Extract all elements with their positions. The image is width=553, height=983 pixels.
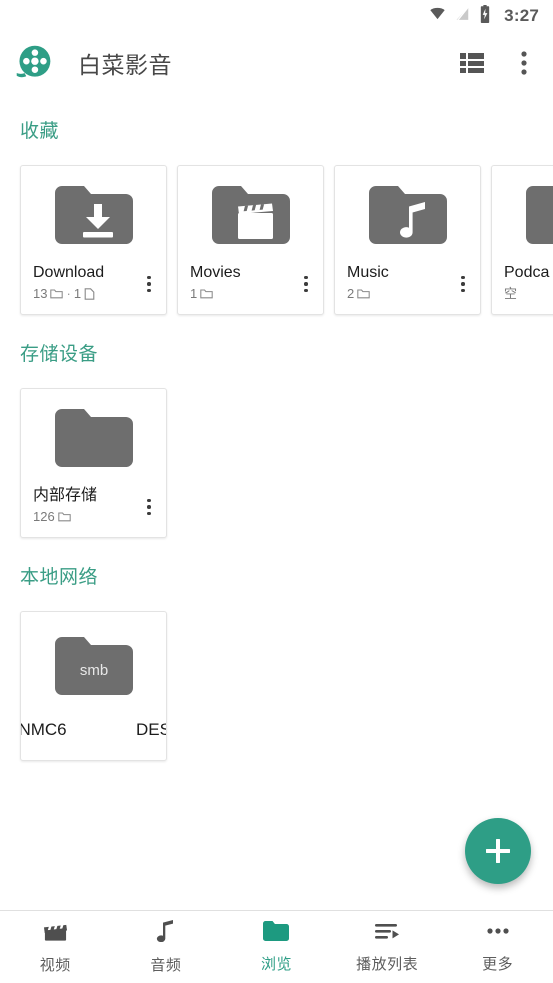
- card-thumbnail: [178, 166, 323, 263]
- card-texts: Podca 空: [504, 263, 553, 303]
- folder-count: 2: [347, 286, 355, 301]
- favorite-card-movies[interactable]: Movies 1: [177, 165, 324, 315]
- card-subtitle: 126: [33, 507, 136, 526]
- card-name: Movies: [190, 264, 241, 281]
- section-title-favorites: 收藏: [20, 121, 60, 142]
- folder-count: 13: [33, 286, 48, 301]
- nav-label: 音频: [150, 957, 182, 974]
- favorites-card-row[interactable]: Download 13 · 1 Movies 1 Music 2 Podca 空: [0, 143, 553, 315]
- network-card-labels: 9NMC6 DES: [21, 720, 166, 760]
- nav-item-more[interactable]: 更多: [442, 911, 553, 983]
- card-name: 内部存储: [33, 487, 98, 504]
- card-overflow-button[interactable]: [136, 267, 162, 301]
- app-bar: 白菜影音: [0, 32, 553, 94]
- empty-label: 空: [504, 286, 518, 301]
- file-count: 1: [73, 286, 82, 301]
- nav-item-video[interactable]: 视频: [0, 911, 111, 983]
- card-subtitle: 13 · 1: [33, 284, 136, 303]
- folder-download-icon: [54, 185, 133, 244]
- favorite-card-music[interactable]: Music 2: [334, 165, 481, 315]
- folder-smb-icon: smb: [54, 637, 133, 695]
- folder-music-icon: [368, 185, 447, 244]
- app-title: 白菜影音: [78, 52, 172, 78]
- nav-item-audio[interactable]: 音频: [111, 911, 222, 983]
- file-outline-icon: [84, 287, 95, 300]
- card-footer: Music 2: [335, 263, 480, 314]
- card-overflow-button[interactable]: [293, 267, 319, 301]
- plus-icon: [486, 839, 510, 863]
- network-label-host: DES: [136, 720, 166, 739]
- nav-item-browse[interactable]: 浏览: [221, 911, 332, 983]
- status-icons: 3:27: [428, 4, 539, 28]
- card-subtitle: 2: [347, 284, 450, 303]
- folder-outline-icon: [57, 512, 71, 522]
- nav-label: 浏览: [260, 956, 292, 973]
- card-texts: Download 13 · 1: [33, 263, 136, 303]
- add-button[interactable]: [465, 818, 531, 884]
- folder-outline-icon: [357, 289, 370, 299]
- network-card-smb[interactable]: smb 9NMC6 DES: [20, 611, 167, 761]
- favorite-card-podcasts[interactable]: Podca 空: [491, 165, 553, 315]
- folder-movies-icon: [211, 185, 290, 244]
- card-footer: 内部存储 126: [21, 486, 166, 537]
- folder-plain-icon: [525, 185, 553, 244]
- content-scroll-area[interactable]: 收藏 Download 13 · 1 Movies 1 Music 2 Podc…: [0, 94, 553, 910]
- card-name: Music: [347, 264, 389, 281]
- section-title-network: 本地网络: [20, 567, 99, 588]
- card-subtitle: 空: [504, 284, 553, 303]
- card-footer: Download 13 · 1: [21, 263, 166, 314]
- playlist-play-icon: [374, 921, 400, 946]
- storage-card-row[interactable]: 内部存储 126: [0, 366, 553, 538]
- card-texts: Music 2: [347, 263, 450, 303]
- section-title-storage: 存储设备: [20, 344, 99, 365]
- card-footer: Podca 空: [492, 263, 553, 314]
- card-footer: Movies 1: [178, 263, 323, 314]
- card-thumbnail: [21, 166, 166, 263]
- card-thumbnail: [492, 166, 553, 263]
- more-horizontal-icon: [485, 921, 511, 946]
- card-thumbnail: [21, 389, 166, 486]
- film-reel-logo-icon: [14, 43, 54, 83]
- network-label-name: 9NMC6: [21, 720, 67, 739]
- card-subtitle: 1: [190, 284, 293, 303]
- favorite-card-download[interactable]: Download 13 · 1: [20, 165, 167, 315]
- folder-count: 1: [190, 286, 198, 301]
- battery-charging-icon: [479, 4, 491, 28]
- card-name: Download: [33, 264, 105, 281]
- network-card-row[interactable]: smb 9NMC6 DES: [0, 589, 553, 761]
- card-name: Podca: [504, 264, 550, 281]
- card-overflow-button[interactable]: [450, 267, 476, 301]
- clapperboard-icon: [43, 920, 68, 947]
- card-thumbnail: smb: [21, 612, 166, 720]
- nav-label: 更多: [482, 955, 514, 973]
- card-texts: 内部存储 126: [33, 486, 136, 526]
- nav-label: 视频: [39, 956, 71, 974]
- folder-count: 126: [33, 509, 55, 524]
- nav-label: 播放列表: [356, 955, 419, 973]
- wifi-icon: [428, 6, 447, 26]
- folder-plain-icon: [54, 408, 133, 467]
- bottom-navigation: 视频 音频 浏览 播放列表 更多: [0, 910, 553, 983]
- signal-no-sim-icon: [456, 5, 470, 27]
- smb-badge-text: smb: [79, 662, 107, 679]
- folder-outline-icon: [200, 289, 213, 299]
- separator: ·: [66, 286, 71, 301]
- folder-icon: [263, 920, 290, 946]
- nav-item-playlist[interactable]: 播放列表: [332, 911, 443, 983]
- status-time: 3:27: [504, 6, 539, 25]
- card-thumbnail: [335, 166, 480, 263]
- storage-card-internal[interactable]: 内部存储 126: [20, 388, 167, 538]
- music-note-icon: [155, 919, 177, 947]
- folder-outline-icon: [50, 289, 64, 299]
- appbar-actions: [459, 50, 537, 76]
- list-view-icon[interactable]: [459, 50, 485, 76]
- card-texts: Movies 1: [190, 263, 293, 303]
- card-overflow-button[interactable]: [136, 490, 162, 524]
- status-bar: 3:27: [0, 0, 553, 32]
- overflow-menu-icon[interactable]: [511, 50, 537, 76]
